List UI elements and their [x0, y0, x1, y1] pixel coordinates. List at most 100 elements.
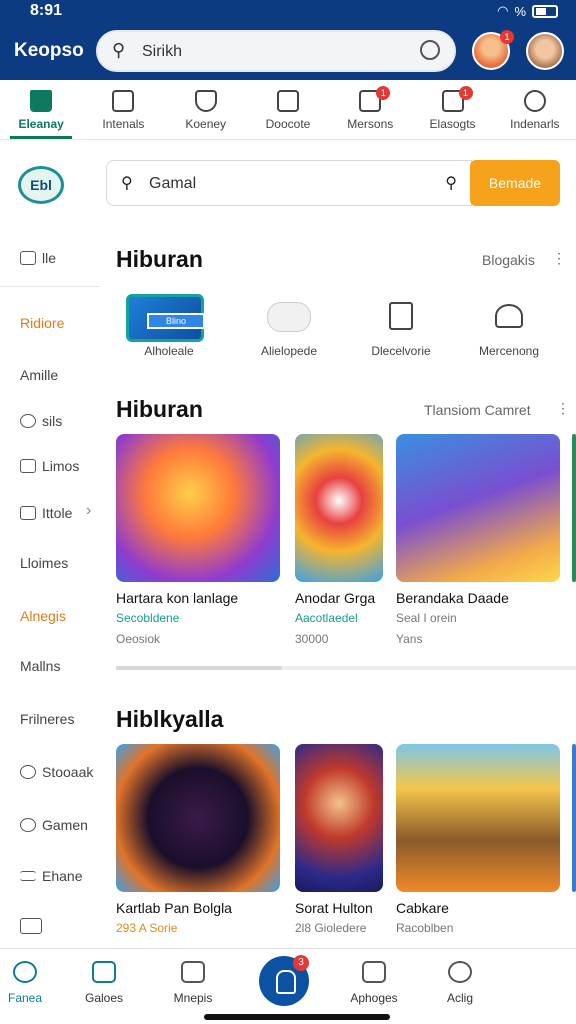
search-icon: ⚲	[121, 175, 133, 192]
tab-mersons[interactable]: 1 Mersons	[329, 80, 411, 139]
sidebar-item-ehane[interactable]: Ehane	[20, 868, 82, 884]
wifi-icon: ◠	[497, 3, 509, 18]
main-search-text: Gamal	[149, 175, 197, 192]
refresh-icon[interactable]	[420, 40, 440, 60]
section-link[interactable]: Blogakis	[482, 252, 535, 268]
sidebar-item-label: sils	[42, 413, 63, 429]
tab-intenals[interactable]: Intenals	[82, 80, 164, 139]
game-title: Kartlab Pan Bolgla	[116, 900, 232, 916]
game-card[interactable]: Hartara kon lanlage Secobldene Oeosiok	[116, 434, 280, 646]
category-label: Dlecelvorie	[371, 344, 431, 358]
avatar[interactable]	[526, 32, 564, 70]
sidebar-item-ittole[interactable]: Ittole	[20, 505, 72, 521]
home-indicator[interactable]	[204, 1014, 390, 1020]
sidebar-item-label: Frilneres	[20, 711, 75, 727]
sidebar: Ebl lle Ridiore Amille sils Limos Ittole…	[0, 140, 100, 948]
game-card[interactable]: Cabkare Racoblben	[396, 744, 560, 935]
check-box-icon	[20, 251, 36, 265]
game-card[interactable]: Anodar Grga Aacotlaedel 30000	[295, 434, 383, 646]
tab-doocote[interactable]: Doocote	[247, 80, 329, 139]
tab-eleanay[interactable]: Eleanay	[0, 80, 82, 139]
game-subtitle: 2l8 Gioledere	[295, 921, 367, 935]
section-title: Hiburan	[116, 246, 203, 272]
bottom-nav-label: Galoes	[84, 991, 124, 1005]
app-logo[interactable]: Ebl	[18, 166, 64, 204]
tab-koeney[interactable]: Koeney	[165, 80, 247, 139]
sidebar-item-ridiore[interactable]: Ridiore	[20, 315, 64, 331]
header-search-input[interactable]: ⚲ Sirikh	[96, 30, 456, 72]
game-card-partial[interactable]	[572, 434, 576, 582]
sidebar-item-label: Ehane	[42, 868, 83, 884]
sidebar-item-limos[interactable]: Limos	[20, 458, 79, 474]
status-bar: 8:91 ◠ %	[0, 0, 576, 22]
list-icon	[112, 90, 135, 112]
tab-indenarls[interactable]: Indenarls	[494, 80, 576, 139]
sidebar-item-alnegis[interactable]: Alnegis	[20, 608, 66, 624]
category-alielopede[interactable]: Alielopede	[234, 290, 344, 358]
search-icon: ⚲	[112, 40, 126, 60]
status-time: 8:91	[30, 2, 63, 19]
sidebar-item-sils[interactable]: sils	[20, 413, 62, 429]
section-link[interactable]: Tlansiom Camret	[424, 402, 531, 418]
more-icon[interactable]: ⋮	[556, 400, 570, 417]
sidebar-item-lle[interactable]: lle	[20, 250, 56, 266]
tab-label: Indenarls	[510, 117, 560, 131]
top-tab-bar: Eleanay Intenals Koeney Doocote 1 Merson…	[0, 80, 576, 140]
sidebar-item-label: Stooaak	[42, 764, 94, 780]
sidebar-item-amille[interactable]: Amille	[20, 367, 58, 383]
bottom-nav-aclig[interactable]: Aclig	[420, 961, 500, 1005]
puzzle-icon	[362, 961, 386, 983]
horizontal-scrollbar[interactable]	[116, 666, 576, 670]
game-card-partial[interactable]	[572, 744, 576, 892]
search-icon[interactable]: ⚲	[445, 173, 457, 193]
bottom-nav-mnepis[interactable]: Mnepis	[153, 961, 233, 1005]
bottom-nav-label: Aclig	[446, 991, 473, 1005]
sidebar-item-stooaak[interactable]: Stooaak	[20, 764, 93, 780]
game-subtitle: 293 A Sorie	[116, 921, 178, 935]
sidebar-item-label: Alnegis	[20, 608, 66, 624]
category-label: Alholeale	[144, 344, 194, 358]
game-card[interactable]: Sorat Hulton 2l8 Gioledere	[295, 744, 383, 935]
bottom-nav-fanea[interactable]: Fanea	[0, 961, 65, 1005]
person-icon	[523, 90, 546, 112]
sidebar-item-camera[interactable]	[20, 918, 42, 934]
sidebar-item-frilneres[interactable]: Frilneres	[20, 711, 74, 727]
action-badge: 3	[293, 955, 309, 971]
battery-icon	[532, 4, 558, 18]
category-mercenong[interactable]: Mercenong	[454, 290, 564, 358]
game-title: Hartara kon lanlage	[116, 590, 239, 606]
target-icon	[448, 961, 472, 983]
sidebar-item-label: Gamen	[42, 817, 88, 833]
game-thumbnail	[116, 744, 280, 892]
game-title: Berandaka Daade	[396, 590, 509, 606]
sidebar-item-gamen[interactable]: Gamen	[20, 817, 88, 833]
game-thumbnail	[572, 434, 576, 582]
main-search-input[interactable]: ⚲ Gamal ⚲	[106, 160, 472, 206]
tab-label: Eleanay	[18, 117, 64, 131]
chevron-right-icon[interactable]: ›	[86, 502, 91, 520]
more-icon[interactable]: ⋮	[552, 250, 566, 267]
game-subtitle: Racoblben	[396, 921, 454, 935]
category-dlecelvorie[interactable]: Dlecelvorie	[346, 290, 456, 358]
game-thumbnail	[396, 434, 560, 582]
sidebar-item-label: lle	[42, 250, 57, 266]
bottom-nav-galoes[interactable]: Galoes	[64, 961, 144, 1005]
game-meta: Oeosiok	[116, 632, 161, 646]
sidebar-item-label: Ittole	[42, 505, 73, 521]
scrollbar-thumb[interactable]	[116, 666, 282, 670]
game-card[interactable]: Kartlab Pan Bolgla 293 A Sorie	[116, 744, 280, 935]
search-button[interactable]: Bemade	[470, 160, 560, 206]
network-indicator: %	[514, 3, 526, 19]
game-title: Sorat Hulton	[295, 900, 373, 916]
bottom-nav-aphoges[interactable]: Aphoges	[334, 961, 414, 1005]
sidebar-item-mallns[interactable]: Mallns	[20, 658, 60, 674]
game-subtitle: Aacotlaedel	[295, 611, 358, 625]
tab-elasogts[interactable]: 1 Elasogts	[411, 80, 493, 139]
person-icon	[20, 818, 36, 832]
home-icon	[30, 90, 53, 112]
sidebar-item-lloimes[interactable]: Lloimes	[20, 555, 68, 571]
bottom-nav-label: Mnepis	[173, 991, 213, 1005]
game-card[interactable]: Berandaka Daade Seal I orein Yans	[396, 434, 560, 646]
category-icon-alholeale[interactable]: Blino	[126, 294, 205, 342]
tab-badge: 1	[458, 86, 473, 100]
